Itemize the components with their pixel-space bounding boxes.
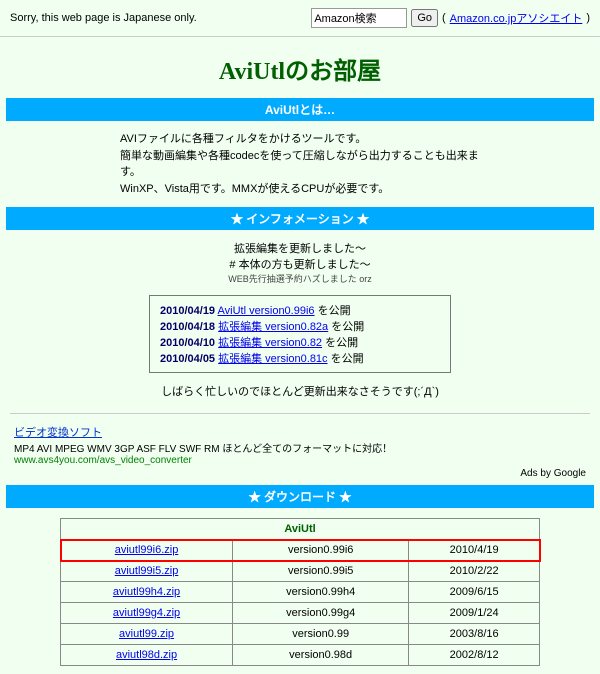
update-date: 2010/04/05 bbox=[160, 353, 215, 365]
download-file-link[interactable]: aviutl99h4.zip bbox=[113, 586, 180, 598]
section-download-header: ★ ダウンロード ★ bbox=[6, 485, 594, 508]
section-about-header: AviUtlとは… bbox=[6, 98, 594, 121]
download-file-link[interactable]: aviutl99.zip bbox=[119, 628, 174, 640]
update-link[interactable]: AviUtl version0.99i6 bbox=[218, 305, 315, 317]
amazon-search-input[interactable] bbox=[311, 8, 407, 28]
download-version: version0.99i6 bbox=[233, 540, 409, 561]
lang-notice: Sorry, this web page is Japanese only. bbox=[10, 12, 197, 24]
about-line-3: WinXP、Vista用です。MMXが使えるCPUが必要です。 bbox=[120, 183, 389, 195]
update-link[interactable]: 拡張編集 version0.81c bbox=[218, 353, 327, 365]
apology-text: しばらく忙しいのでほとんど更新出来なさそうです(;´Д`) bbox=[0, 383, 600, 399]
table-row: aviutl99h4.zip version0.99h42009/6/15 bbox=[61, 582, 540, 603]
download-file-link[interactable]: aviutl98d.zip bbox=[116, 649, 177, 661]
search-go-button[interactable]: Go bbox=[411, 9, 438, 27]
download-date: 2010/4/19 bbox=[409, 540, 540, 561]
info-line-2: # 本体の方も更新しました～ bbox=[229, 259, 370, 271]
ad-url: www.avs4you.com/avs_video_converter bbox=[14, 455, 192, 466]
update-link[interactable]: 拡張編集 version0.82 bbox=[218, 337, 322, 349]
table-row: aviutl98d.zip version0.98d2002/8/12 bbox=[61, 645, 540, 666]
amazon-associate-link[interactable]: Amazon.co.jpアソシエイト bbox=[450, 10, 583, 26]
table-row: aviutl99i5.zip version0.99i52010/2/22 bbox=[61, 561, 540, 582]
about-line-2: 簡単な動画編集や各種codecを使って圧縮しながら出力することも出来ます。 bbox=[120, 150, 479, 179]
table-row: aviutl99g4.zip version0.99g42009/1/24 bbox=[61, 603, 540, 624]
download-date: 2009/1/24 bbox=[409, 603, 540, 624]
download-version: version0.99 bbox=[233, 624, 409, 645]
section-info-header: ★ インフォメーション ★ bbox=[6, 207, 594, 230]
download-date: 2009/6/15 bbox=[409, 582, 540, 603]
update-date: 2010/04/10 bbox=[160, 337, 215, 349]
update-link[interactable]: 拡張編集 version0.82a bbox=[218, 321, 328, 333]
info-line-3: WEB先行抽選予約ハズしました orz bbox=[228, 274, 372, 284]
download-table-title: AviUtl bbox=[61, 519, 540, 540]
ads-by-google: Ads by Google bbox=[0, 468, 600, 485]
page-title: AviUtlのお部屋 bbox=[0, 51, 600, 86]
ad-subtitle: MP4 AVI MPEG WMV 3GP ASF FLV SWF RM ほとんど… bbox=[14, 444, 392, 455]
ad-title-link[interactable]: ビデオ変換ソフト bbox=[14, 427, 102, 439]
download-file-link[interactable]: aviutl99i6.zip bbox=[115, 544, 179, 556]
download-file-link[interactable]: aviutl99i5.zip bbox=[115, 565, 179, 577]
download-version: version0.99g4 bbox=[233, 603, 409, 624]
download-date: 2010/2/22 bbox=[409, 561, 540, 582]
table-row: aviutl99.zip version0.992003/8/16 bbox=[61, 624, 540, 645]
about-line-1: AVIファイルに各種フィルタをかけるツールです。 bbox=[120, 133, 366, 145]
update-box: 2010/04/19 AviUtl version0.99i6 を公開2010/… bbox=[149, 295, 451, 373]
download-version: version0.99i5 bbox=[233, 561, 409, 582]
download-table: AviUtl aviutl99i6.zip version0.99i62010/4… bbox=[60, 518, 540, 666]
download-file-link[interactable]: aviutl99g4.zip bbox=[113, 607, 180, 619]
ad-block: ビデオ変換ソフト MP4 AVI MPEG WMV 3GP ASF FLV SW… bbox=[0, 414, 600, 468]
info-line-1: 拡張編集を更新しました～ bbox=[234, 243, 366, 255]
update-date: 2010/04/19 bbox=[160, 305, 215, 317]
download-date: 2002/8/12 bbox=[409, 645, 540, 666]
table-row: aviutl99i6.zip version0.99i62010/4/19 bbox=[61, 540, 540, 561]
download-date: 2003/8/16 bbox=[409, 624, 540, 645]
update-date: 2010/04/18 bbox=[160, 321, 215, 333]
download-version: version0.98d bbox=[233, 645, 409, 666]
download-version: version0.99h4 bbox=[233, 582, 409, 603]
